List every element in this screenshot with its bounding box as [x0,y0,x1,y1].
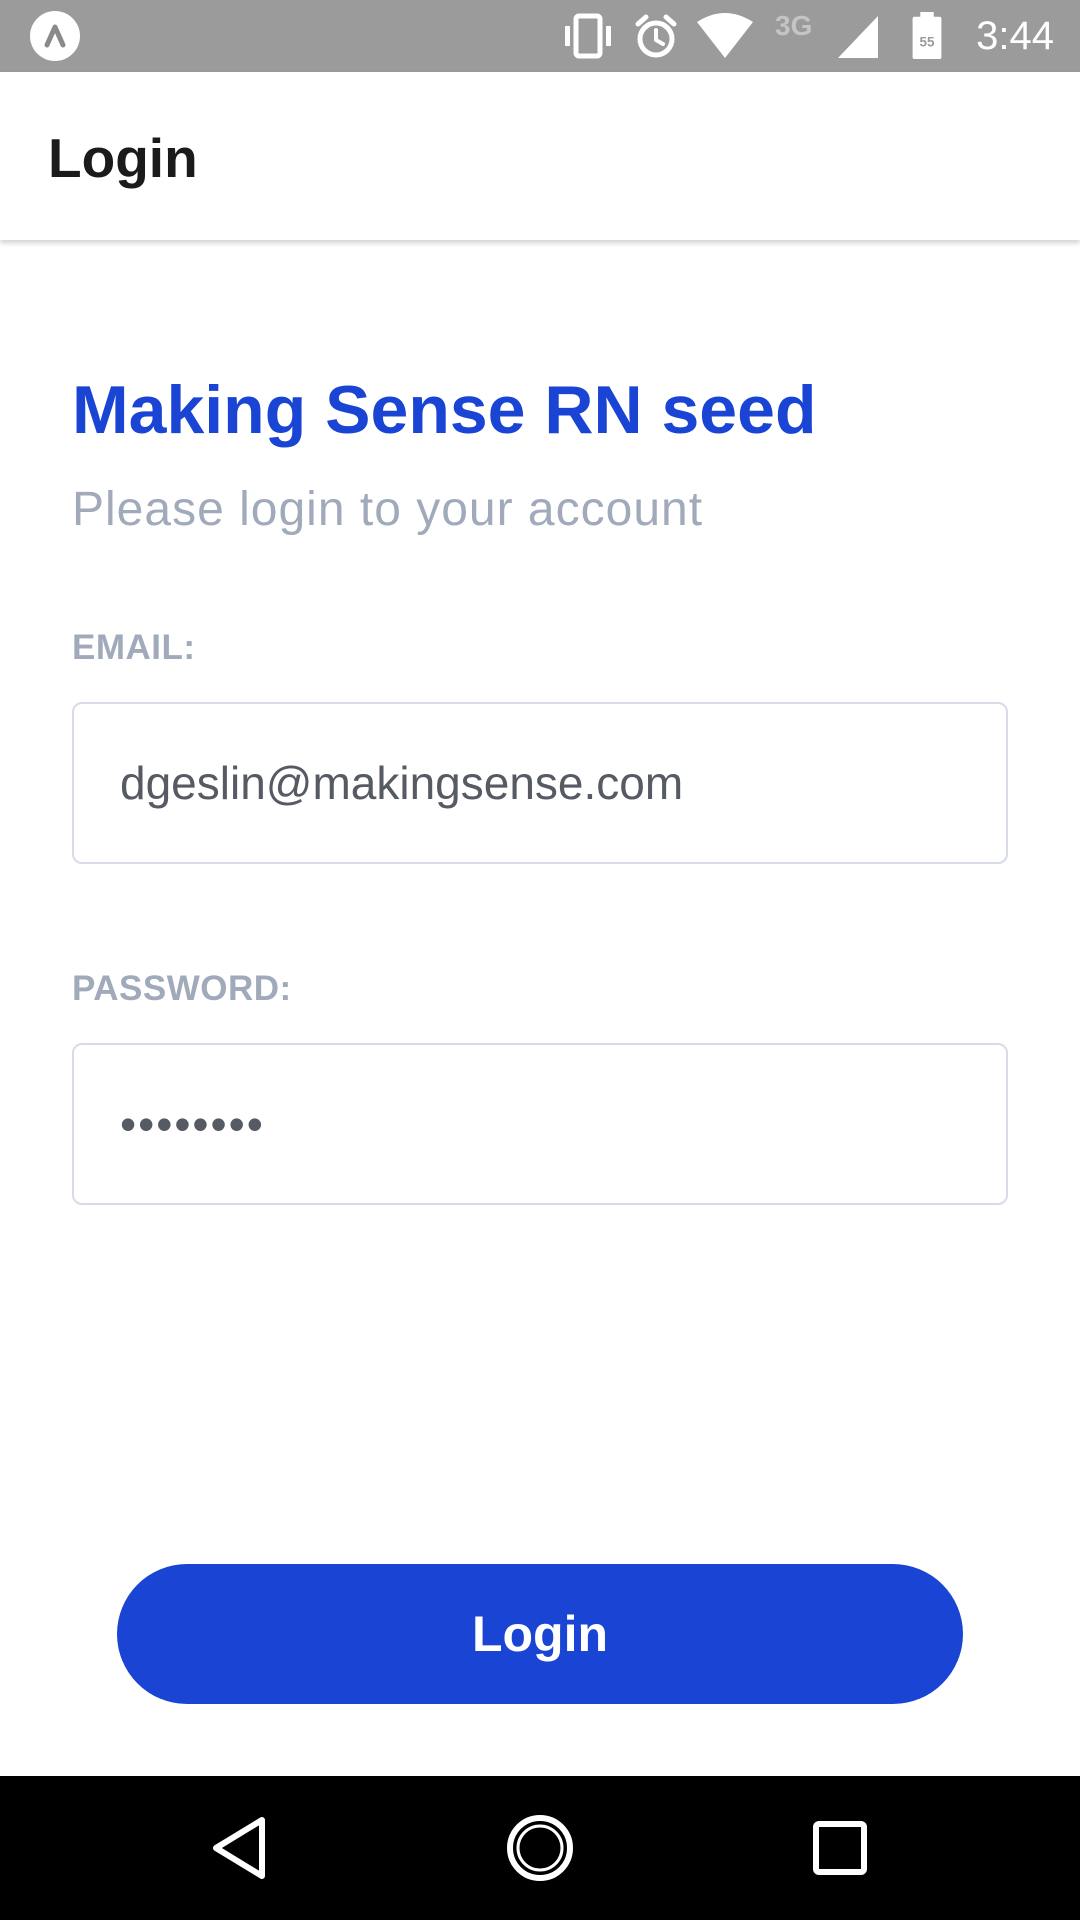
login-screen: 3G 55 3:44 Login Making Sense RN seed Pl… [0,0,1080,1920]
login-button[interactable]: Login [117,1564,963,1704]
alarm-icon [635,14,677,58]
battery-level-text: 55 [920,35,935,50]
password-field[interactable] [120,1045,980,1203]
password-field-box[interactable] [72,1043,1008,1205]
app-bar: Login [0,72,1080,240]
battery-icon: 55 [912,12,942,60]
vibrate-icon [565,13,611,59]
status-time: 3:44 [976,14,1054,58]
recents-icon[interactable] [800,1808,880,1888]
network-type-label: 3G [775,10,813,41]
status-bar: 3G 55 3:44 [0,0,1080,72]
wifi-icon [697,13,753,58]
back-icon[interactable] [200,1808,280,1888]
password-label: PASSWORD: [72,969,292,1008]
signal-icon [838,16,878,58]
email-label: EMAIL: [72,628,196,667]
expo-icon [30,11,80,61]
login-subheading: Please login to your account [72,483,704,536]
navigation-bar [0,1776,1080,1920]
email-field-box[interactable] [72,702,1008,864]
home-icon[interactable] [500,1808,580,1888]
email-field[interactable] [120,704,980,862]
app-bar-title: Login [48,127,198,189]
app-heading: Making Sense RN seed [72,372,817,448]
